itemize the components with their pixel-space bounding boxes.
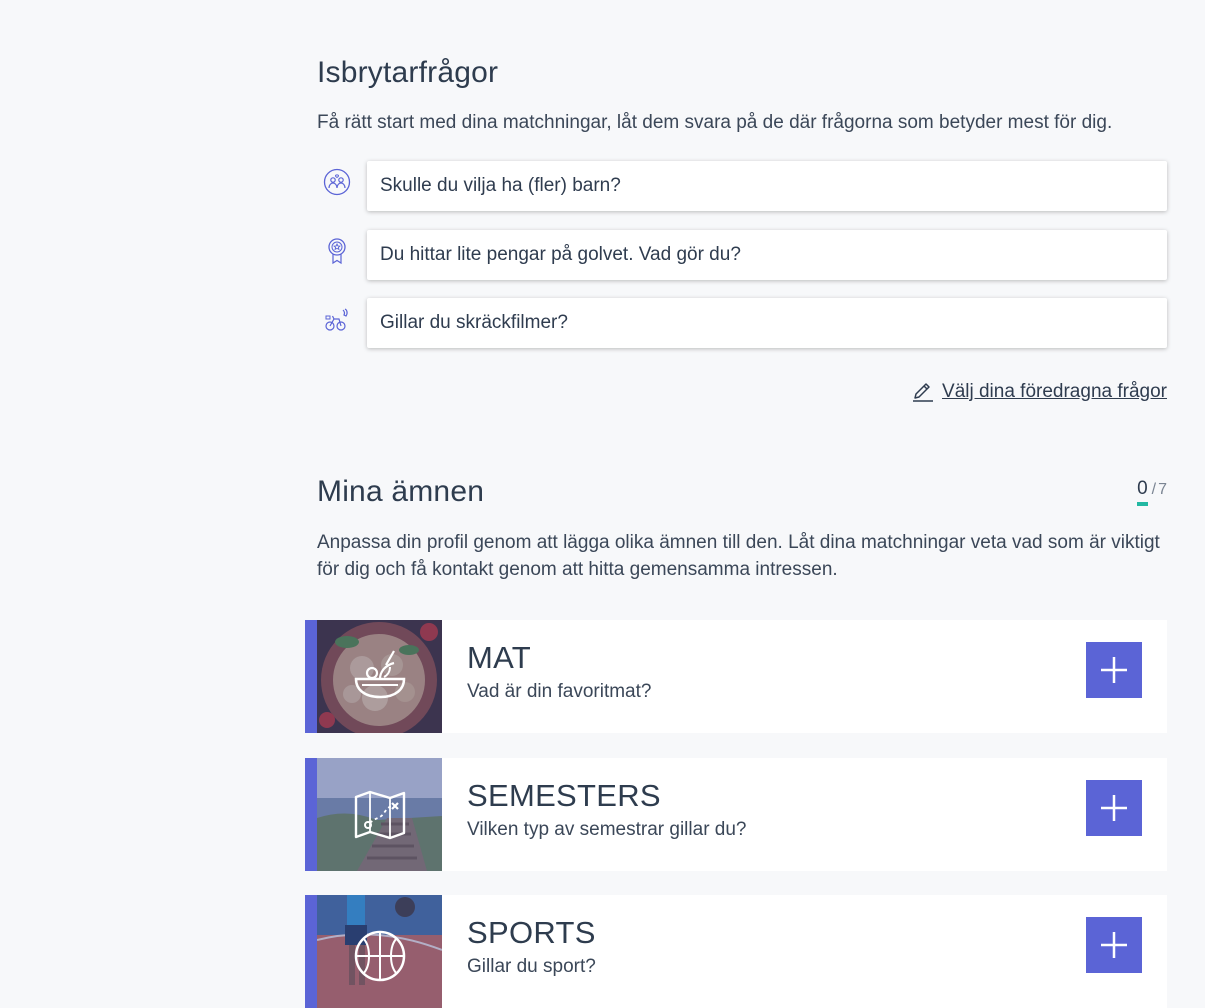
topics-counter-separator: / (1151, 481, 1157, 498)
add-topic-button[interactable] (1086, 642, 1142, 698)
topics-counter-total: 7 (1158, 481, 1167, 498)
topic-card-sports: SPORTS Gillar du sport? (305, 895, 1167, 1008)
basketball-icon (354, 930, 406, 982)
treasure-map-icon (354, 790, 406, 840)
topics-description: Anpassa din profil genom att lägga olika… (317, 532, 1160, 580)
family-icon (323, 168, 351, 196)
topic-accent-bar (305, 758, 317, 871)
question-field[interactable]: Skulle du vilja ha (fler) barn? (367, 161, 1167, 211)
plus-icon (1101, 795, 1127, 821)
topic-card-vacations: SEMESTERS Vilken typ av semestrar gillar… (305, 758, 1167, 871)
topic-accent-bar (305, 895, 317, 1008)
topics-counter-current: 0 (1137, 478, 1148, 506)
topics-counter: 0/7 (1137, 478, 1167, 506)
plus-icon (1101, 657, 1127, 683)
topic-image-food (317, 620, 442, 733)
question-row: Du hittar lite pengar på golvet. Vad gör… (317, 230, 1167, 280)
icebreakers-title: Isbrytarfrågor (317, 56, 499, 89)
food-bowl-icon (354, 650, 406, 699)
choose-questions-link[interactable]: Välj dina föredragna frågor (912, 381, 1167, 403)
question-field[interactable]: Du hittar lite pengar på golvet. Vad gör… (367, 230, 1167, 280)
topic-image-sports (317, 895, 442, 1008)
topic-name: SPORTS (467, 915, 596, 950)
medal-icon (328, 238, 346, 265)
plus-icon (1101, 932, 1127, 958)
topic-name: MAT (467, 640, 532, 675)
topic-accent-bar (305, 620, 317, 733)
question-row: Skulle du vilja ha (fler) barn? (317, 161, 1167, 211)
topics-title: Mina ämnen (317, 475, 485, 508)
topic-image-vacations (317, 758, 442, 871)
topic-subtitle: Gillar du sport? (467, 956, 596, 977)
add-topic-button[interactable] (1086, 917, 1142, 973)
icebreakers-description: Få rätt start med dina matchningar, låt … (317, 112, 1113, 133)
topic-subtitle: Vad är din favoritmat? (467, 681, 652, 702)
page: Isbrytarfrågor Få rätt start med dina ma… (0, 0, 1205, 1008)
topic-name: SEMESTERS (467, 778, 661, 813)
question-row: Gillar du skräckfilmer? (317, 298, 1167, 348)
pencil-icon (913, 383, 934, 402)
topic-subtitle: Vilken typ av semestrar gillar du? (467, 819, 747, 840)
choose-questions-label: Välj dina föredragna frågor (942, 381, 1167, 402)
hobbies-icon (325, 308, 348, 331)
question-field[interactable]: Gillar du skräckfilmer? (367, 298, 1167, 348)
add-topic-button[interactable] (1086, 780, 1142, 836)
topic-card-food: MAT Vad är din favoritmat? (305, 620, 1167, 733)
